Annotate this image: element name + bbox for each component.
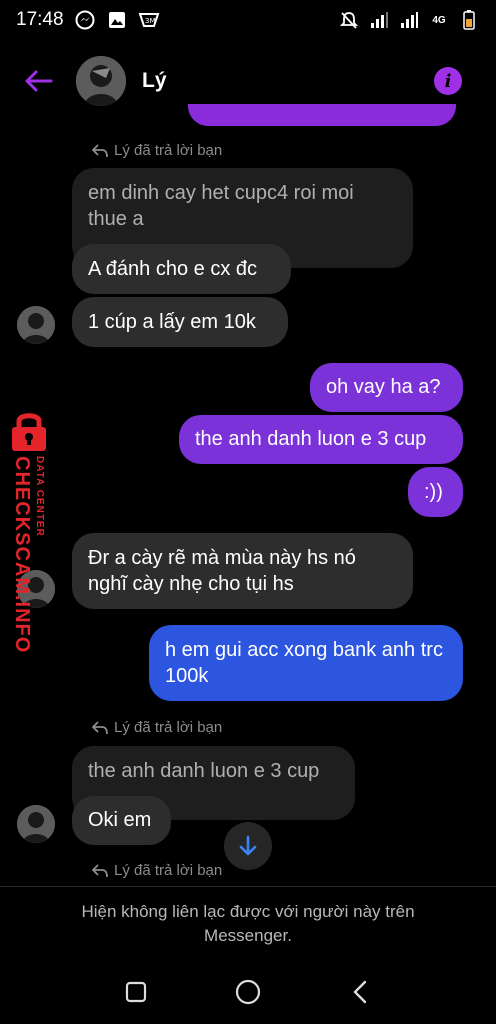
message-text: oh vay ha a?: [326, 376, 441, 398]
svg-text:3M: 3M: [145, 17, 156, 25]
home-button[interactable]: [226, 970, 270, 1014]
navigation-bar: [0, 960, 496, 1024]
reply-note: Lý đã trả lời bạn: [92, 862, 222, 879]
outgoing-message[interactable]: the anh danh luon e 3 cup: [179, 415, 463, 464]
gallery-icon: [106, 9, 128, 31]
lock-icon: [12, 413, 46, 451]
unavailable-notice-line1: Hiện không liên lạc được với người này t…: [81, 902, 415, 921]
divider: [0, 886, 496, 887]
outgoing-message[interactable]: h em gui acc xong bank anh trc 100k: [149, 625, 463, 701]
reply-note: Lý đã trả lời bạn: [92, 719, 222, 736]
message-text: :)): [424, 481, 443, 503]
contact-avatar-small[interactable]: [17, 306, 55, 344]
back-button[interactable]: [18, 61, 58, 101]
contact-avatar[interactable]: [76, 56, 126, 106]
mute-icon: [338, 9, 360, 31]
recent-apps-button[interactable]: [114, 970, 158, 1014]
message-text: the anh danh luon e 3 cup: [195, 428, 427, 450]
reply-note-text: Lý đã trả lời bạn: [114, 719, 223, 736]
previous-message-fragment: [188, 104, 456, 126]
chat-header: Lý i: [0, 50, 496, 112]
battery-icon: [458, 9, 480, 31]
outgoing-message[interactable]: :)): [408, 467, 463, 517]
reply-note-text: Lý đã trả lời bạn: [114, 142, 223, 159]
message-text: A đánh cho e cx đc: [88, 258, 258, 280]
back-nav-button[interactable]: [338, 970, 382, 1014]
quoted-message-text: the anh danh luon e 3 cup: [88, 760, 320, 782]
outgoing-message[interactable]: oh vay ha a?: [310, 363, 463, 412]
reply-icon: [92, 863, 108, 877]
signal-icon: [398, 9, 420, 31]
incoming-message[interactable]: 1 cúp a lấy em 10k: [72, 297, 288, 347]
incoming-message[interactable]: Oki em: [72, 796, 171, 845]
contact-avatar-small[interactable]: [17, 805, 55, 843]
scroll-to-bottom-button[interactable]: [224, 822, 272, 870]
incoming-message[interactable]: Đr a cày rẽ mà mùa này hs nó nghĩ cày nh…: [72, 533, 413, 609]
arrow-down-icon: [239, 835, 257, 856]
incoming-message[interactable]: A đánh cho e cx đc: [72, 244, 291, 294]
contact-name[interactable]: Lý: [142, 69, 167, 93]
reply-note: Lý đã trả lời bạn: [92, 142, 222, 159]
info-icon: i: [444, 70, 452, 92]
message-text: h em gui acc xong bank anh trc 100k: [165, 639, 443, 687]
quoted-message-text: em dinh cay het cupc4 roi moi thue a: [88, 182, 354, 230]
unavailable-notice-line2: Messenger.: [204, 926, 292, 945]
message-text: Đr a cày rẽ mà mùa này hs nó nghĩ cày nh…: [88, 547, 356, 595]
chevron-left-icon: [353, 980, 367, 1004]
messenger-icon: [74, 9, 96, 31]
message-text: 1 cúp a lấy em 10k: [88, 311, 256, 333]
signal-icon: [368, 9, 390, 31]
reply-note-text: Lý đã trả lời bạn: [114, 862, 223, 879]
app-icon: 3M: [138, 9, 160, 31]
message-text: Oki em: [88, 809, 152, 831]
status-time: 17:48: [16, 9, 64, 30]
square-icon: [125, 981, 147, 1003]
info-button[interactable]: i: [434, 67, 462, 95]
4g-icon: 4G: [432, 14, 446, 26]
reply-icon: [92, 143, 108, 157]
reply-icon: [92, 720, 108, 734]
watermark-subtext: DATA CENTER: [34, 456, 45, 537]
unavailable-notice: Hiện không liên lạc được với người này t…: [0, 900, 496, 948]
status-bar: 17:48 3M 4G: [0, 0, 496, 40]
watermark: CHECKSCAM.INFO DATA CENTER: [2, 404, 54, 653]
arrow-left-icon: [25, 70, 53, 92]
watermark-text: CHECKSCAM.INFO: [11, 456, 33, 654]
circle-icon: [235, 979, 261, 1005]
